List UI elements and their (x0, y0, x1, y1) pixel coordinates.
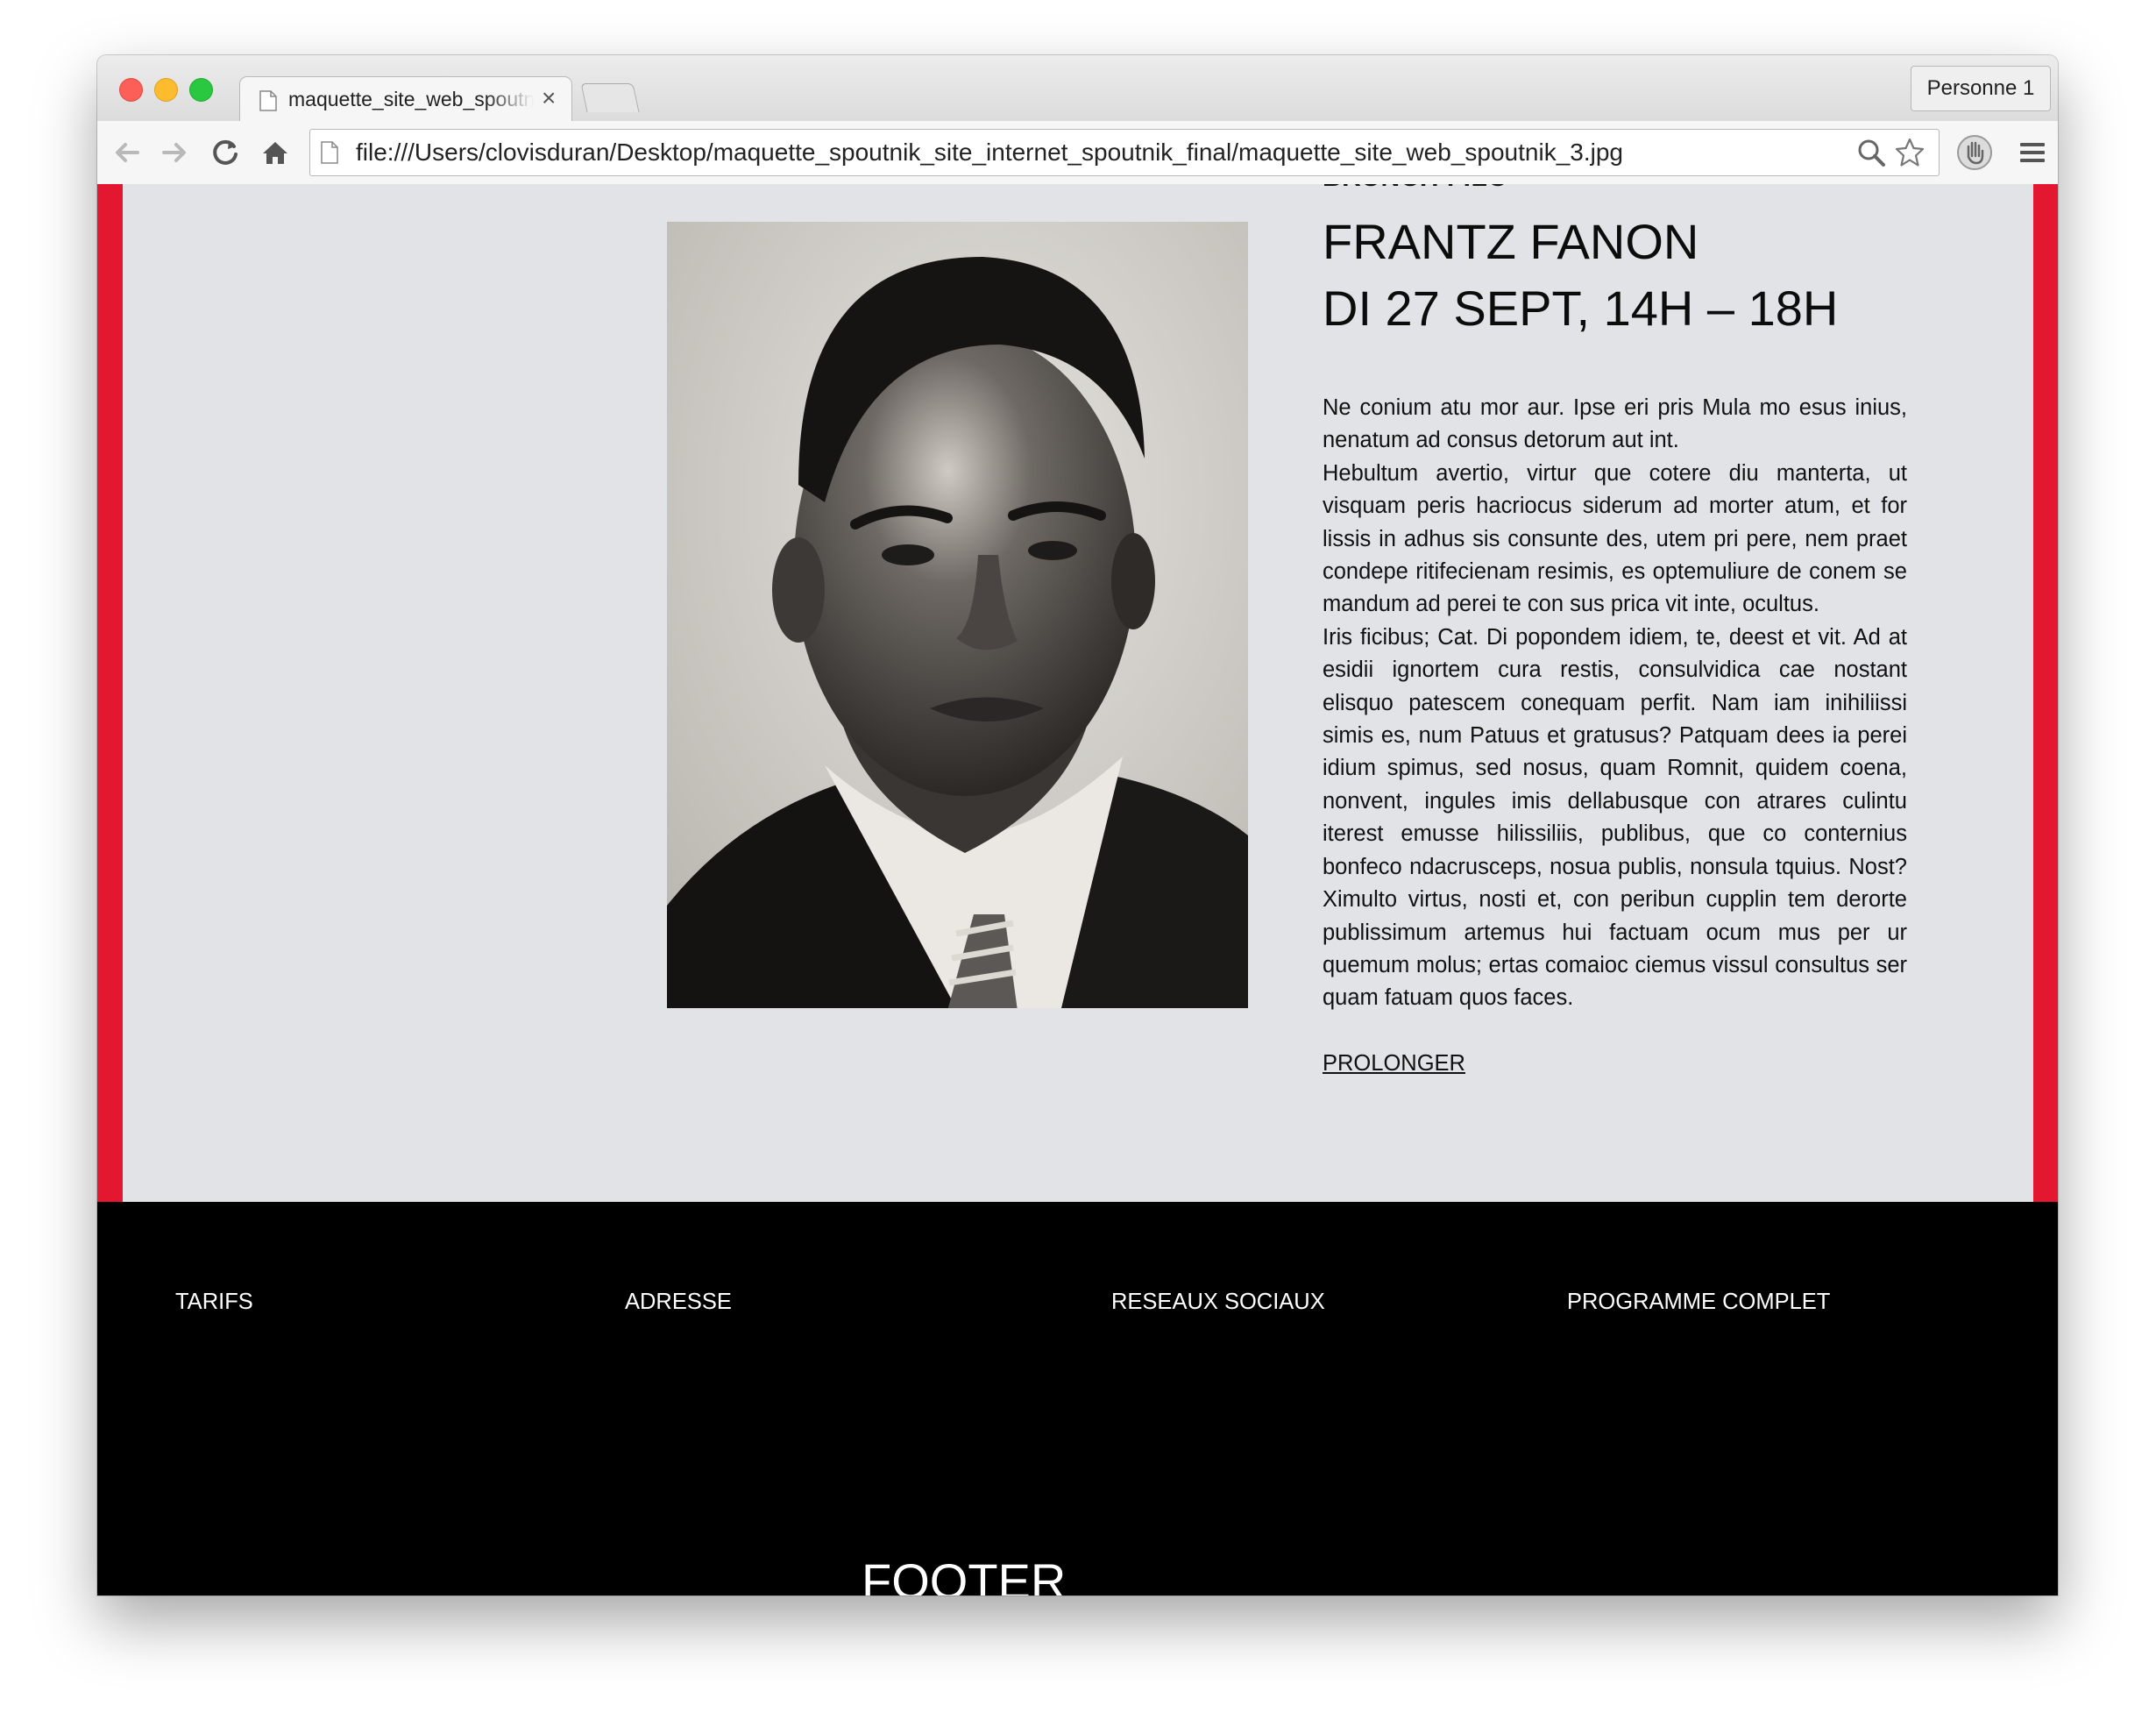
browser-toolbar: file:///Users/clovisduran/Desktop/maquet… (97, 121, 2058, 185)
footer-link-tarifs[interactable]: TARIFS (175, 1290, 253, 1315)
forward-arrow-icon[interactable] (157, 135, 192, 170)
page-viewport: BRUNCH FILO (97, 184, 2058, 1595)
browser-window: maquette_site_web_spoutnik_3.jpg × Perso… (97, 55, 2058, 1595)
footer-link-reseaux-sociaux[interactable]: RESEAUX SOCIAUX (1111, 1290, 1325, 1315)
browser-tab[interactable]: maquette_site_web_spoutnik_3.jpg × (239, 76, 572, 122)
footer-label: FOOTER (862, 1553, 1067, 1595)
address-bar[interactable]: file:///Users/clovisduran/Desktop/maquet… (309, 129, 1940, 176)
close-window-button[interactable] (119, 78, 143, 102)
right-red-border (2033, 184, 2058, 1202)
home-icon[interactable] (258, 135, 293, 170)
page-document-icon (321, 141, 338, 164)
description-paragraph-1: Ne conium atu mor aur. Ipse eri pris Mul… (1323, 395, 1907, 453)
extension-hand-icon[interactable] (1955, 133, 1994, 172)
close-tab-icon[interactable]: × (542, 84, 556, 112)
description-paragraph-3: Iris ficibus; Cat. Di popondem idiem, te… (1323, 624, 1907, 1011)
tab-strip: maquette_site_web_spoutnik_3.jpg × Perso… (97, 55, 2058, 122)
left-red-border (97, 184, 123, 1202)
profile-button[interactable]: Personne 1 (1911, 66, 2051, 111)
maximize-window-button[interactable] (189, 78, 213, 102)
url-text[interactable]: file:///Users/clovisduran/Desktop/maquet… (356, 139, 1623, 167)
event-category: BRUNCH FILO (1323, 184, 1508, 193)
back-arrow-icon[interactable] (110, 135, 145, 170)
event-description: Ne conium atu mor aur. Ipse eri pris Mul… (1323, 392, 1907, 1015)
event-heading: FRANTZ FANON DI 27 SEPT, 14H – 18H (1323, 209, 2024, 342)
description-paragraph-2: Hebultum avertio, virtur que cotere diu … (1323, 460, 1907, 617)
menu-hamburger-icon[interactable] (2015, 135, 2050, 170)
event-name: FRANTZ FANON (1323, 214, 1699, 269)
portrait-photo (667, 222, 1248, 1008)
new-tab-button[interactable] (580, 83, 640, 112)
tab-title: maquette_site_web_spoutnik_3.jpg (288, 88, 534, 110)
footer: TARIFS ADRESSE RESEAUX SOCIAUX PROGRAMME… (97, 1202, 2058, 1595)
footer-link-programme-complet[interactable]: PROGRAMME COMPLET (1567, 1290, 1830, 1315)
footer-link-adresse[interactable]: ADRESSE (625, 1290, 732, 1315)
reload-icon[interactable] (208, 135, 243, 170)
minimize-window-button[interactable] (154, 78, 178, 102)
search-icon[interactable] (1856, 138, 1886, 167)
prolonger-link[interactable]: PROLONGER (1323, 1051, 1465, 1077)
document-icon (259, 90, 277, 111)
event-date: DI 27 SEPT, 14H – 18H (1323, 281, 1839, 336)
bookmark-star-icon[interactable] (1895, 138, 1925, 167)
